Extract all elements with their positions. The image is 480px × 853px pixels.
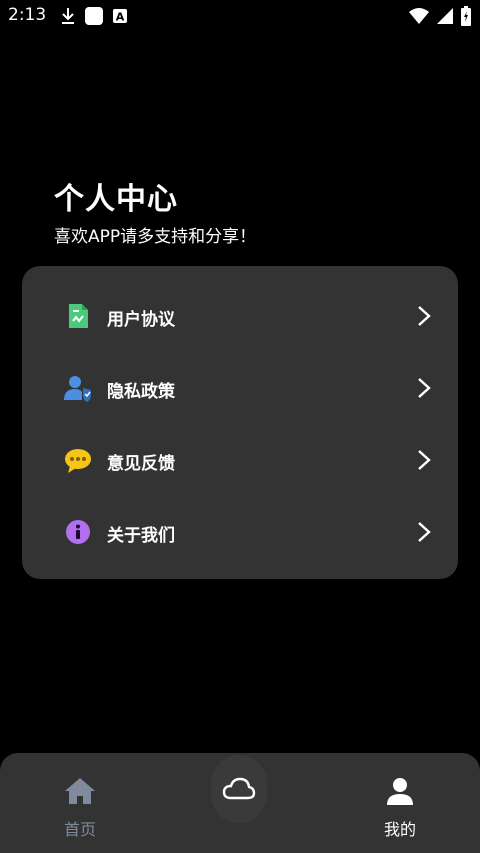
menu-item-feedback[interactable]: 意见反馈	[22, 424, 458, 496]
page-title: 个人中心	[54, 182, 178, 217]
chevron-right-icon	[418, 450, 431, 470]
user-shield-icon	[64, 376, 91, 402]
menu-card: 用户协议 隐私政策 意见反馈 关于我们	[22, 266, 458, 579]
tab-home-label: 首页	[63, 820, 96, 839]
download-icon	[62, 8, 74, 24]
status-time: 2:13	[8, 5, 47, 25]
cloud-icon	[222, 777, 256, 800]
keyboard-a-icon: A	[113, 9, 127, 24]
chevron-right-icon	[418, 306, 431, 326]
user-icon	[387, 778, 413, 805]
home-icon	[65, 778, 95, 804]
tab-mine-label: 我的	[383, 820, 416, 839]
tab-mine[interactable]: 我的	[340, 753, 460, 853]
menu-label: 意见反馈	[107, 454, 175, 474]
cell-signal-icon	[437, 8, 453, 24]
bottom-tab-bar: 首页 我的	[0, 753, 480, 853]
document-icon	[69, 304, 88, 328]
battery-icon	[461, 6, 471, 26]
wifi-icon	[409, 8, 429, 24]
info-icon	[66, 520, 90, 544]
chat-bubble-icon	[65, 449, 91, 473]
center-cloud-button[interactable]	[211, 755, 267, 823]
menu-item-user-agreement[interactable]: 用户协议	[22, 280, 458, 352]
app-notification-icon	[85, 7, 103, 25]
page-subtitle: 喜欢APP请多支持和分享！	[54, 227, 257, 247]
menu-label: 用户协议	[107, 310, 175, 330]
menu-item-about-us[interactable]: 关于我们	[22, 496, 458, 568]
menu-label: 关于我们	[107, 526, 175, 546]
chevron-right-icon	[418, 378, 431, 398]
chevron-right-icon	[418, 522, 431, 542]
menu-label: 隐私政策	[107, 382, 175, 402]
svg-text:A: A	[116, 11, 125, 24]
menu-item-privacy-policy[interactable]: 隐私政策	[22, 352, 458, 424]
tab-home[interactable]: 首页	[20, 753, 140, 853]
status-bar: 2:13 A	[0, 0, 480, 32]
